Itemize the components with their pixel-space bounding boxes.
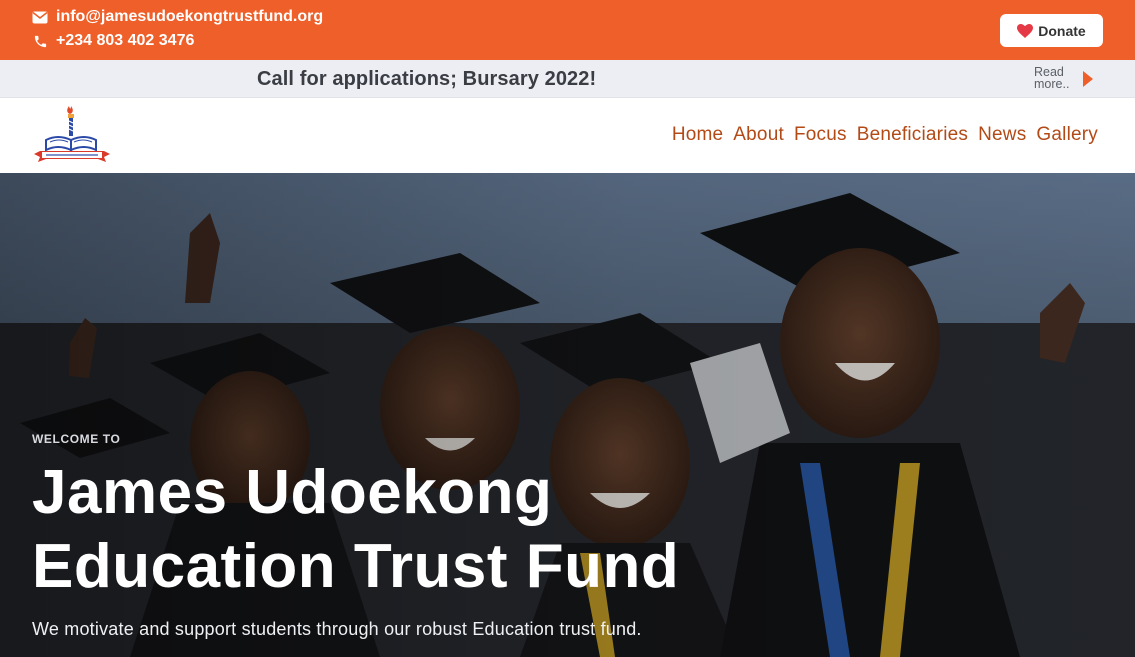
site-header: Home About Focus Beneficiaries News Gall… (0, 98, 1135, 173)
donate-button[interactable]: Donate (1000, 14, 1103, 47)
contact-phone[interactable]: +234 803 402 3476 (32, 32, 194, 50)
contact-email[interactable]: info@jamesudoekongtrustfund.org (32, 8, 323, 26)
nav-about[interactable]: About (733, 124, 784, 146)
phone-icon (32, 33, 48, 49)
hero-title-line2: Education Trust Fund (32, 532, 680, 601)
read-more-link[interactable]: Read more.. (1034, 66, 1069, 91)
hero-eyebrow: WELCOME TO (32, 432, 121, 446)
contact-email-text[interactable]: info@jamesudoekongtrustfund.org (56, 8, 323, 26)
announcement-text: Call for applications; Bursary 2022! (257, 68, 597, 90)
announcement-bar: Call for applications; Bursary 2022! Rea… (0, 60, 1135, 98)
contact-phone-text[interactable]: +234 803 402 3476 (56, 32, 194, 50)
main-nav: Home About Focus Beneficiaries News Gall… (672, 124, 1098, 146)
nav-focus[interactable]: Focus (794, 124, 847, 146)
donate-label: Donate (1038, 22, 1086, 39)
heart-icon (1017, 23, 1034, 38)
nav-beneficiaries[interactable]: Beneficiaries (857, 124, 968, 146)
site-logo[interactable] (32, 104, 112, 168)
read-more-line2[interactable]: more.. (1034, 78, 1069, 91)
caret-right-icon[interactable] (1083, 71, 1093, 87)
hero-title: James Udoekong Education Trust Fund (32, 456, 732, 604)
nav-gallery[interactable]: Gallery (1036, 124, 1098, 146)
hero-subtitle: We motivate and support students through… (32, 619, 642, 639)
top-contact-bar: info@jamesudoekongtrustfund.org +234 803… (0, 0, 1135, 60)
hero-title-line1: James Udoekong (32, 458, 553, 527)
nav-home[interactable]: Home (672, 124, 723, 146)
nav-news[interactable]: News (978, 124, 1026, 146)
hero-banner: WELCOME TO James Udoekong Education Trus… (0, 173, 1135, 657)
envelope-icon (32, 9, 48, 25)
